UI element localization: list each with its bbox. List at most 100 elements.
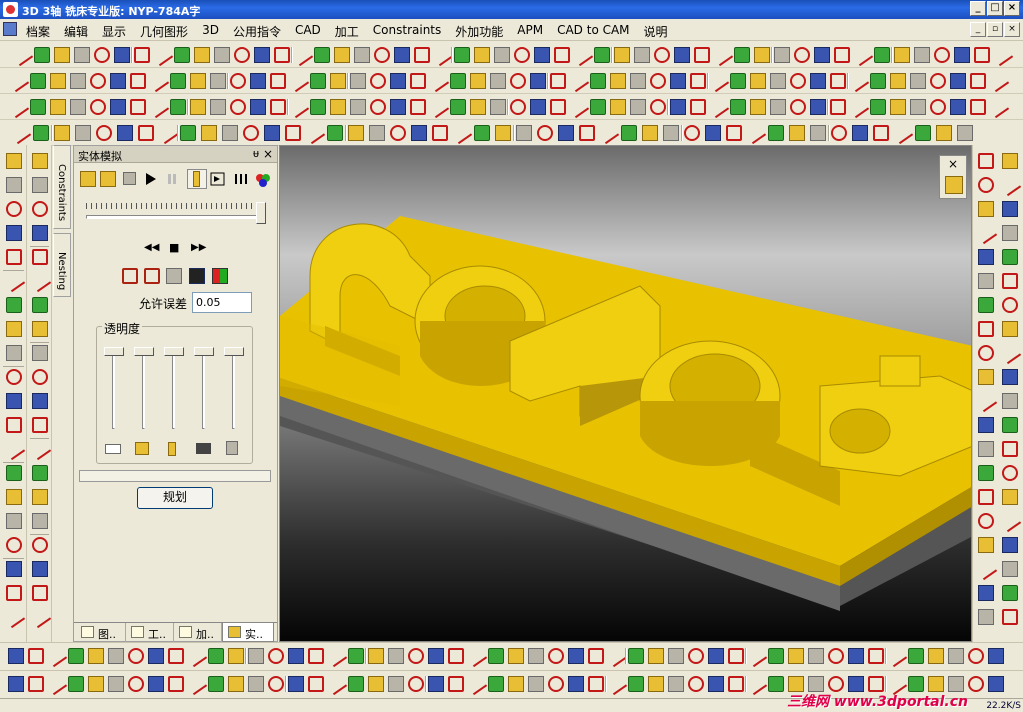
tool-icon[interactable] — [488, 676, 504, 692]
tool-icon[interactable] — [2, 605, 25, 629]
tool-icon[interactable] — [31, 537, 48, 553]
tool-icon[interactable] — [274, 47, 290, 63]
tool-icon[interactable] — [288, 676, 304, 692]
tool-icon[interactable] — [488, 648, 504, 664]
mdi-close-button[interactable]: × — [1004, 22, 1020, 37]
tool-icon[interactable] — [814, 47, 830, 63]
tool-icon[interactable] — [10, 43, 34, 67]
tool-icon[interactable] — [96, 125, 112, 141]
tool-icon[interactable] — [168, 648, 184, 664]
tool-icon[interactable] — [184, 644, 208, 668]
tool-icon[interactable] — [408, 648, 424, 664]
transparency-slider-5[interactable] — [223, 347, 245, 437]
tool-icon[interactable] — [728, 676, 744, 692]
tool-icon[interactable] — [388, 676, 404, 692]
transparency-slider-2[interactable] — [133, 347, 155, 437]
play-icon[interactable] — [140, 169, 160, 189]
tool-icon[interactable] — [31, 561, 48, 577]
tool-icon[interactable] — [579, 125, 595, 141]
tool-icon[interactable] — [654, 47, 670, 63]
tool-icon[interactable] — [930, 73, 946, 89]
menu-addons[interactable]: 外加功能 — [448, 23, 510, 40]
tool-icon[interactable] — [548, 676, 564, 692]
tool-icon[interactable] — [768, 125, 784, 141]
tool-icon[interactable] — [194, 47, 210, 63]
tool-icon[interactable] — [348, 648, 364, 664]
tool-icon[interactable] — [327, 125, 343, 141]
tool-icon[interactable] — [74, 47, 90, 63]
tool-icon[interactable] — [890, 99, 906, 115]
tool-icon[interactable] — [148, 676, 164, 692]
tool-icon[interactable] — [868, 676, 884, 692]
tool-icon[interactable] — [1002, 249, 1018, 265]
document-icon[interactable] — [3, 22, 17, 36]
tool-icon[interactable] — [870, 73, 886, 89]
tool-icon[interactable] — [1002, 441, 1018, 457]
tool-icon[interactable] — [426, 69, 450, 93]
tool-icon[interactable] — [594, 47, 610, 63]
tool-icon[interactable] — [94, 47, 110, 63]
tool-icon[interactable] — [8, 648, 24, 664]
tool-icon[interactable] — [5, 489, 22, 505]
tool-icon[interactable] — [6, 69, 30, 93]
tool-icon[interactable] — [146, 95, 170, 119]
tool-icon[interactable] — [789, 125, 805, 141]
tool-icon[interactable] — [590, 99, 606, 115]
tool-icon[interactable] — [228, 676, 244, 692]
forward-button[interactable]: ▶▶ — [191, 242, 206, 253]
tool-icon[interactable] — [570, 43, 594, 67]
tool-icon[interactable] — [368, 676, 384, 692]
tool-icon[interactable] — [450, 73, 466, 89]
tool-icon[interactable] — [978, 609, 994, 625]
tool-icon[interactable] — [910, 99, 926, 115]
tool-icon[interactable] — [50, 73, 66, 89]
tool-icon[interactable] — [330, 99, 346, 115]
tool-icon[interactable] — [852, 125, 868, 141]
tool-icon[interactable] — [117, 125, 133, 141]
tool-icon[interactable] — [768, 648, 784, 664]
tool-icon[interactable] — [998, 173, 1022, 197]
speed-slider-thumb[interactable] — [256, 202, 266, 224]
tool-icon[interactable] — [708, 676, 724, 692]
tool-icon[interactable] — [834, 47, 850, 63]
tool-icon[interactable] — [31, 369, 48, 385]
analyze-icon[interactable] — [212, 268, 228, 284]
tool-icon[interactable] — [128, 648, 144, 664]
tool-icon[interactable] — [31, 153, 48, 169]
tool-icon[interactable] — [648, 676, 664, 692]
tool-icon[interactable] — [950, 99, 966, 115]
tool-icon[interactable] — [31, 177, 48, 193]
tool-icon[interactable] — [334, 47, 350, 63]
tool-icon[interactable] — [794, 47, 810, 63]
tool-icon[interactable] — [70, 99, 86, 115]
tool-icon[interactable] — [250, 99, 266, 115]
tool-icon[interactable] — [734, 47, 750, 63]
tool-icon[interactable] — [957, 125, 973, 141]
tool-icon[interactable] — [348, 125, 364, 141]
tool-icon[interactable] — [621, 125, 637, 141]
tool-icon[interactable] — [2, 269, 25, 293]
tool-icon[interactable] — [130, 73, 146, 89]
tool-icon[interactable] — [228, 648, 244, 664]
tool-icon[interactable] — [110, 73, 126, 89]
tool-icon[interactable] — [222, 125, 238, 141]
tool-icon[interactable] — [268, 676, 284, 692]
menu-machining[interactable]: 加工 — [328, 23, 366, 40]
tool-icon[interactable] — [428, 676, 444, 692]
tool-icon[interactable] — [668, 676, 684, 692]
tool-icon[interactable] — [394, 47, 410, 63]
tool-icon[interactable] — [288, 648, 304, 664]
menu-cad-to-cam[interactable]: CAD to CAM — [550, 23, 636, 40]
tool-icon[interactable] — [330, 73, 346, 89]
tool-icon[interactable] — [1002, 369, 1018, 385]
tool-icon[interactable] — [986, 69, 1010, 93]
tab-simulation[interactable]: 实.. — [222, 623, 274, 642]
tool-icon[interactable] — [974, 47, 990, 63]
tool-icon[interactable] — [324, 672, 348, 696]
tool-icon[interactable] — [68, 676, 84, 692]
tool-icon[interactable] — [915, 125, 931, 141]
tool-icon[interactable] — [5, 513, 22, 529]
tool-icon[interactable] — [350, 99, 366, 115]
tool-icon[interactable] — [978, 273, 994, 289]
tool-icon[interactable] — [690, 73, 706, 89]
